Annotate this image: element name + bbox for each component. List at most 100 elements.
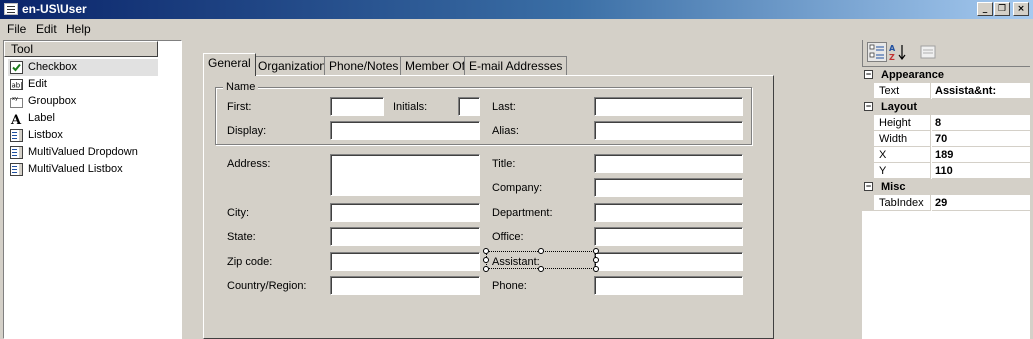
resize-handle-n[interactable] (538, 248, 544, 254)
property-value[interactable]: 110 (932, 163, 1030, 179)
collapse-icon[interactable]: − (864, 182, 873, 191)
city-label[interactable]: City: (227, 207, 249, 219)
tab-email-addresses[interactable]: E-mail Addresses (464, 56, 568, 76)
categorized-icon[interactable] (867, 42, 887, 62)
property-name: TabIndex (862, 195, 931, 211)
property-row-height[interactable]: Height 8 (862, 115, 1030, 131)
property-value[interactable]: 70 (932, 131, 1030, 147)
office-label[interactable]: Office: (492, 231, 524, 243)
label-icon: A (10, 113, 22, 125)
category-misc[interactable]: − Misc (862, 179, 1030, 195)
country-region-field[interactable] (330, 276, 480, 295)
first-name-field[interactable] (330, 97, 384, 116)
collapse-icon[interactable]: − (864, 102, 873, 111)
initials-field[interactable] (458, 97, 480, 116)
first-label[interactable]: First: (227, 101, 251, 113)
property-value[interactable]: 189 (932, 147, 1030, 163)
state-field[interactable] (330, 227, 480, 246)
tool-item-label[interactable]: A Label (8, 110, 158, 127)
last-label[interactable]: Last: (492, 101, 516, 113)
checkbox-icon (10, 61, 23, 74)
category-label: Layout (881, 101, 918, 113)
display-name-field[interactable] (330, 121, 480, 140)
tool-label: Listbox (28, 129, 63, 141)
resize-handle-sw[interactable] (483, 266, 489, 272)
property-pages-icon[interactable] (918, 42, 938, 62)
tool-item-groupbox[interactable]: xy Groupbox (8, 93, 158, 110)
edit-icon: ab| (10, 79, 23, 90)
tool-label: MultiValued Dropdown (28, 146, 138, 158)
property-value[interactable]: 29 (932, 195, 1030, 211)
phone-field[interactable] (594, 276, 743, 295)
alias-field[interactable] (594, 121, 743, 140)
category-layout[interactable]: − Layout (862, 99, 1030, 115)
tool-item-multivalued-dropdown[interactable]: MultiValued Dropdown (8, 144, 158, 161)
tool-column-header[interactable]: Tool (4, 41, 158, 57)
menu-edit[interactable]: Edit (36, 22, 57, 36)
minimize-button[interactable]: _ (977, 2, 993, 16)
initials-label[interactable]: Initials: (393, 101, 427, 113)
collapse-icon[interactable]: − (864, 70, 873, 79)
close-button[interactable]: × (1013, 2, 1029, 16)
resize-handle-ne[interactable] (593, 248, 599, 254)
assistant-field[interactable] (594, 252, 743, 271)
department-label[interactable]: Department: (492, 207, 553, 219)
resize-handle-e[interactable] (593, 257, 599, 263)
category-appearance[interactable]: − Appearance (862, 67, 1030, 83)
address-field[interactable] (330, 154, 480, 196)
city-field[interactable] (330, 203, 480, 222)
resize-handle-s[interactable] (538, 266, 544, 272)
resize-handle-se[interactable] (593, 266, 599, 272)
tool-item-checkbox[interactable]: Checkbox (8, 59, 158, 76)
title-label[interactable]: Title: (492, 158, 515, 170)
tab-general[interactable]: General (203, 53, 256, 76)
tool-item-multivalued-listbox[interactable]: MultiValued Listbox (8, 161, 158, 178)
country-region-label[interactable]: Country/Region: (227, 280, 307, 292)
state-label[interactable]: State: (227, 231, 256, 243)
menu-bar: File Edit Help (0, 19, 1033, 39)
company-label[interactable]: Company: (492, 182, 542, 194)
restore-button[interactable]: ❐ (994, 2, 1010, 16)
property-name: X (862, 147, 931, 163)
groupbox-icon: xy (10, 96, 23, 108)
property-name: Height (862, 115, 931, 131)
tab-organization[interactable]: Organization (253, 56, 332, 76)
svg-text:A: A (10, 113, 22, 125)
tool-label: Checkbox (28, 61, 77, 73)
zip-code-label[interactable]: Zip code: (227, 256, 272, 268)
property-value[interactable]: Assista&nt: (932, 83, 1030, 99)
display-label[interactable]: Display: (227, 125, 266, 137)
company-field[interactable] (594, 178, 743, 197)
address-label[interactable]: Address: (227, 158, 270, 170)
tab-member-of[interactable]: Member Of (400, 56, 471, 76)
tab-phone-notes[interactable]: Phone/Notes (324, 56, 404, 76)
property-value[interactable]: 8 (932, 115, 1030, 131)
listbox-icon (10, 129, 23, 142)
svg-text:ab|: ab| (12, 82, 23, 90)
resize-handle-nw[interactable] (483, 248, 489, 254)
tool-item-edit[interactable]: ab| Edit (8, 76, 158, 93)
last-name-field[interactable] (594, 97, 743, 116)
property-row-text[interactable]: Text Assista&nt: (862, 83, 1030, 99)
svg-text:A: A (889, 44, 896, 53)
window-title: en-US\User (22, 2, 87, 16)
department-field[interactable] (594, 203, 743, 222)
property-row-width[interactable]: Width 70 (862, 131, 1030, 147)
phone-label[interactable]: Phone: (492, 280, 527, 292)
alias-label[interactable]: Alias: (492, 125, 519, 137)
property-row-tabindex[interactable]: TabIndex 29 (862, 195, 1030, 211)
title-field[interactable] (594, 154, 743, 173)
alphabetical-sort-icon[interactable]: A Z (888, 42, 908, 62)
tool-label: Label (28, 112, 55, 124)
property-name: Y (862, 163, 931, 179)
property-row-x[interactable]: X 189 (862, 147, 1030, 163)
zip-code-field[interactable] (330, 252, 480, 271)
property-row-y[interactable]: Y 110 (862, 163, 1030, 179)
svg-text:xy: xy (12, 96, 18, 102)
resize-handle-w[interactable] (483, 257, 489, 263)
menu-file[interactable]: File (7, 22, 26, 36)
office-field[interactable] (594, 227, 743, 246)
menu-help[interactable]: Help (66, 22, 91, 36)
dropdown-icon (10, 146, 23, 159)
tool-item-listbox[interactable]: Listbox (8, 127, 158, 144)
